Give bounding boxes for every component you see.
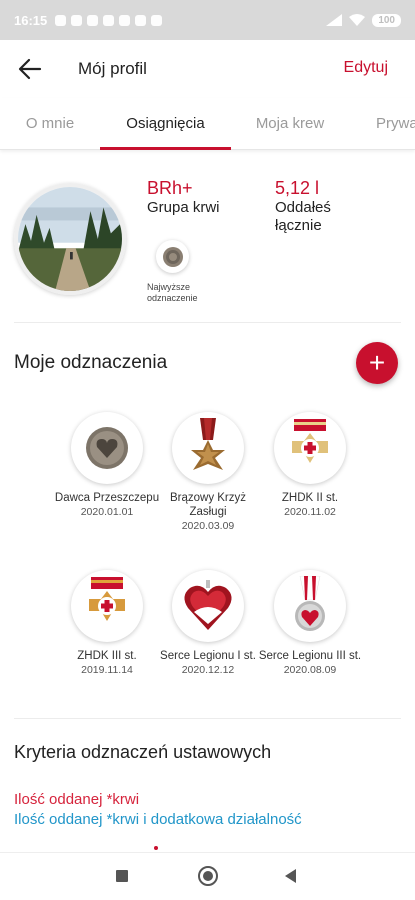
badge-icon-circle: [71, 412, 143, 484]
badge-date: 2020.01.01: [80, 506, 134, 518]
badge-name: Serce Legionu I st.: [160, 650, 256, 662]
tab-private[interactable]: Prywa: [349, 98, 415, 149]
badge-name: Brązowy Krzyż Zasługi: [169, 492, 247, 518]
app-bar: Mój profil Edytuj: [0, 40, 415, 98]
system-nav-bar: [0, 852, 415, 900]
badges-section-title: Moje odznaczenia: [14, 352, 168, 373]
heart-legion-1-icon: [184, 580, 232, 630]
mail-icon: [135, 14, 147, 26]
notification-icon: [55, 14, 67, 26]
badge-item[interactable]: Brązowy Krzyż Zasługi 2020.03.09: [153, 412, 263, 533]
notification-icon: [87, 14, 99, 26]
back-triangle-icon[interactable]: [285, 869, 296, 883]
badge-icon-circle: [274, 570, 346, 642]
badge-item[interactable]: Dawca Przeszczepu 2020.01.01: [52, 412, 162, 519]
settings-icon: [103, 14, 115, 26]
badge-name: ZHDK II st.: [281, 492, 339, 504]
donated-amount-value: 5,12 l: [275, 178, 320, 198]
badge-name: ZHDK III st.: [77, 650, 137, 662]
tab-about[interactable]: O mnie: [0, 98, 100, 149]
badge-date: 2020.08.09: [283, 664, 337, 676]
plus-icon: +: [368, 347, 386, 378]
zhdk-cross-3-icon: [89, 577, 125, 621]
criteria-link-blood-amount[interactable]: Ilość oddanej *krwi: [14, 791, 139, 808]
badge-item[interactable]: Serce Legionu III st. 2020.08.09: [255, 570, 365, 677]
tab-bar: O mnie Osiągnięcia Moja krew Prywa: [0, 98, 415, 150]
status-bar: 16:15 100: [0, 0, 415, 40]
top-badge[interactable]: [156, 240, 189, 273]
badge-name: Serce Legionu III st.: [258, 650, 362, 662]
scroll-content-dot: [154, 846, 158, 850]
tab-achievements[interactable]: Osiągnięcia: [100, 98, 231, 150]
blood-type-label: Grupa krwi: [147, 199, 220, 216]
page-title: Mój profil: [78, 59, 147, 78]
badge-date: 2020.12.12: [181, 664, 235, 676]
divider: [14, 322, 401, 323]
badge-name: Dawca Przeszczepu: [54, 492, 160, 504]
blood-type-value: BRh+: [147, 178, 193, 198]
divider: [14, 718, 401, 719]
heart-medal-icon: [86, 427, 128, 469]
back-arrow-icon[interactable]: [18, 58, 42, 80]
badge-icon-circle: [172, 570, 244, 642]
top-badge-label: Najwyższe odznaczenie: [147, 282, 198, 303]
bronze-cross-icon: [191, 418, 225, 470]
badge-date: 2020.11.02: [284, 506, 336, 518]
edit-button[interactable]: Edytuj: [344, 59, 388, 77]
badge-item[interactable]: Serce Legionu I st. 2020.12.12: [153, 570, 263, 677]
add-badge-button[interactable]: +: [356, 342, 398, 384]
criteria-link-blood-and-activity[interactable]: Ilość oddanej *krwi i dodatkowa działaln…: [14, 811, 302, 828]
criteria-title: Kryteria odznaczeń ustawowych: [14, 742, 272, 762]
badge-icon-circle: [274, 412, 346, 484]
wifi-icon: [349, 14, 366, 26]
notification-icon: [151, 14, 163, 26]
status-time: 16:15: [14, 12, 48, 28]
signal-icon: [326, 14, 343, 26]
recent-apps-icon[interactable]: [116, 870, 128, 882]
notification-icon: [71, 14, 83, 26]
battery-icon: 100: [372, 13, 401, 27]
notification-icon: [119, 14, 131, 26]
heart-legion-3-icon: [295, 576, 325, 631]
badge-icon-circle: [71, 570, 143, 642]
medal-icon: [162, 246, 183, 267]
badge-date: 2020.03.09: [181, 520, 235, 532]
home-icon[interactable]: [198, 866, 218, 886]
badge-icon-circle: [172, 412, 244, 484]
badge-date: 2019.11.14: [81, 664, 133, 676]
donated-amount-label: Oddałeś łącznie: [275, 199, 331, 234]
badge-item[interactable]: ZHDK II st. 2020.11.02: [255, 412, 365, 519]
tab-my-blood[interactable]: Moja krew: [231, 98, 349, 149]
zhdk-cross-2-icon: [292, 419, 328, 463]
badge-item[interactable]: ZHDK III st. 2019.11.14: [52, 570, 162, 677]
avatar: [14, 183, 126, 295]
notification-icons: [55, 14, 163, 26]
